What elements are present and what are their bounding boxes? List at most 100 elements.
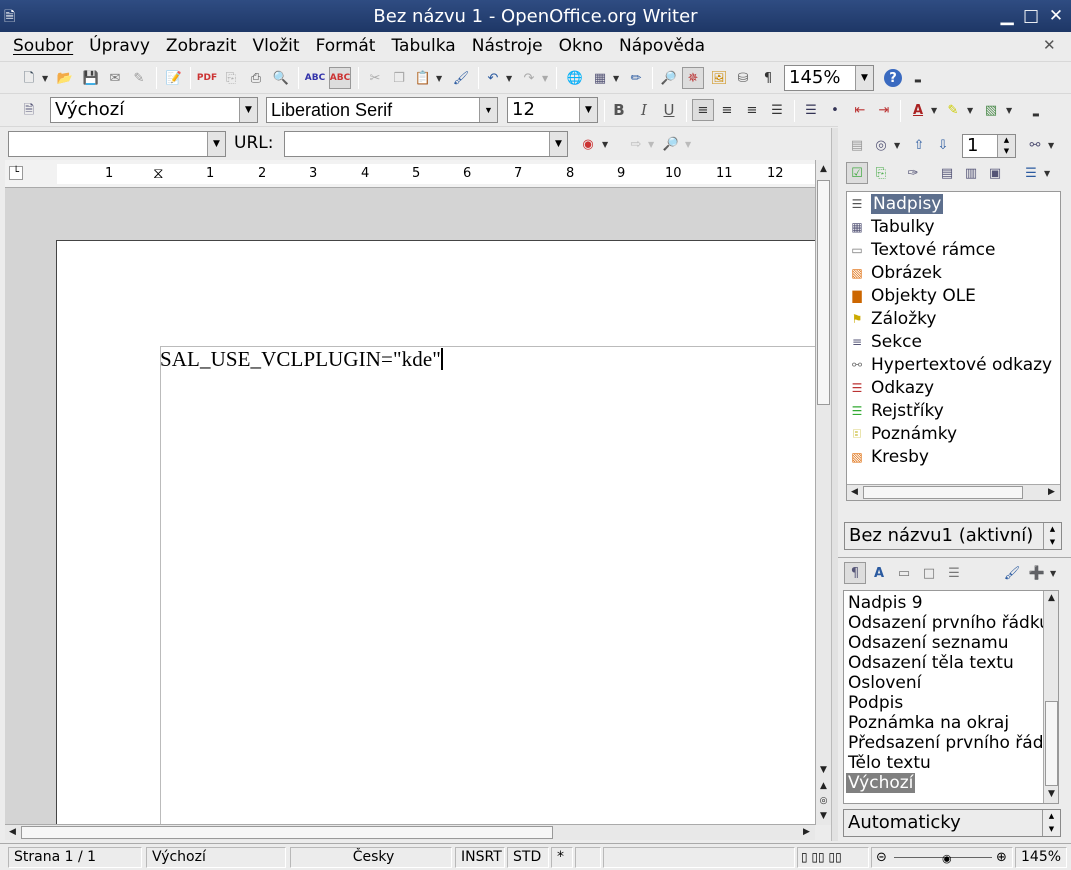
link-target-icon[interactable]: ◉ — [577, 133, 599, 155]
character-styles-icon[interactable]: A — [868, 562, 890, 584]
scroll-up-icon[interactable]: ▲ — [816, 162, 831, 177]
spellcheck-icon[interactable]: ABC — [304, 67, 326, 89]
apply-link-dropdown-icon[interactable]: ▼ — [648, 140, 656, 149]
paste-icon[interactable]: 📋 — [412, 67, 434, 89]
style-item[interactable]: Podpis — [848, 693, 903, 713]
document-page[interactable]: SAL_USE_VCLPLUGIN="kde" — [56, 240, 815, 825]
maximize-icon[interactable]: □ — [1021, 6, 1041, 26]
list-box-icon[interactable]: ☑ — [846, 162, 868, 184]
status-page[interactable]: Strana 1 / 1 — [8, 847, 142, 868]
nav-item-drawings[interactable]: ▧ Kresby — [851, 445, 929, 468]
scroll-right-icon[interactable]: ▶ — [799, 825, 814, 840]
gallery-icon[interactable]: 🖼 — [708, 67, 730, 89]
page-styles-icon[interactable]: □ — [918, 562, 940, 584]
undo-dropdown-icon[interactable]: ▼ — [506, 74, 514, 83]
navigator-scroll-thumb[interactable] — [863, 486, 1023, 499]
style-item[interactable]: Tělo textu — [848, 753, 931, 773]
hyperlink-icon[interactable]: 🌐 — [564, 67, 586, 89]
list-styles-icon[interactable]: ☰ — [943, 562, 965, 584]
nav-item-references[interactable]: ☰ Odkazy — [852, 376, 935, 399]
data-sources-icon[interactable]: ⛁ — [732, 67, 754, 89]
underline-icon[interactable]: U — [658, 99, 680, 121]
font-name-select[interactable]: Liberation Serif ▼ — [266, 97, 498, 123]
heading-levels-dropdown-icon[interactable]: ▼ — [1044, 169, 1052, 178]
zoom-in-icon[interactable]: ⊕ — [996, 848, 1007, 867]
find-replace-icon[interactable]: 🔎 — [658, 67, 680, 89]
nav-item-indexes[interactable]: ☰ Rejstříky — [852, 399, 944, 422]
nav-item-images[interactable]: ▧ Obrázek — [851, 261, 941, 284]
menu-upravy[interactable]: Úpravy — [81, 32, 158, 60]
document-text[interactable]: SAL_USE_VCLPLUGIN="kde" — [160, 347, 443, 372]
style-item-selected[interactable]: Výchozí — [846, 773, 916, 793]
bullets-icon[interactable]: • — [824, 99, 846, 121]
font-size-select[interactable]: 12 ▼ — [507, 97, 598, 123]
zoom-select[interactable]: 145% ▼ — [784, 65, 874, 91]
align-left-icon[interactable]: ≡ — [692, 99, 714, 121]
nav-item-ole-objects[interactable]: ▇ Objekty OLE — [852, 284, 976, 307]
spinner-icon[interactable]: ▲ ▼ — [997, 135, 1015, 157]
anchor-icon[interactable]: ▣ — [984, 162, 1006, 184]
apply-link-icon[interactable]: ⇨ — [625, 133, 647, 155]
chevron-down-icon[interactable]: ▼ — [479, 98, 497, 122]
two-page-view-icon[interactable]: ▯▯ — [811, 850, 824, 864]
copy-icon[interactable]: ❐ — [388, 67, 410, 89]
redo-dropdown-icon[interactable]: ▼ — [542, 74, 550, 83]
status-zoom[interactable]: 145% — [1015, 847, 1067, 868]
scroll-down-icon[interactable]: ▼ — [1044, 787, 1058, 802]
styles-scroll-thumb[interactable] — [1045, 701, 1058, 786]
book-view-icon[interactable]: ▯▯ — [828, 850, 841, 864]
email-icon[interactable]: ✉ — [104, 67, 126, 89]
justify-icon[interactable]: ☰ — [766, 99, 788, 121]
font-color-icon[interactable]: A — [907, 99, 929, 121]
autospellcheck-icon[interactable]: ABC — [329, 67, 351, 89]
toolbar-options-icon[interactable]: ▬ — [1032, 110, 1040, 119]
new-dropdown-icon[interactable]: ▼ — [42, 74, 50, 83]
menu-zobrazit[interactable]: Zobrazit — [158, 32, 245, 60]
navigation-toolbar-icon[interactable]: ◎ — [870, 134, 892, 156]
horizontal-scrollbar[interactable]: ◀ ▶ — [5, 824, 815, 840]
document-edit-icon[interactable]: 📝 — [163, 67, 185, 89]
chevron-down-icon[interactable]: ▼ — [579, 98, 597, 122]
zoom-slider-handle[interactable]: ◉ — [942, 849, 952, 867]
styles-vscrollbar[interactable]: ▲ ▼ — [1043, 591, 1058, 803]
style-item[interactable]: Předsazení prvního řádku — [848, 733, 1058, 753]
styles-formatting-icon[interactable]: 🗎 — [18, 99, 40, 121]
new-document-icon[interactable]: 🗋 — [18, 67, 40, 89]
menu-okno[interactable]: Okno — [551, 32, 611, 60]
style-filter-select[interactable]: Automaticky ▲ ▼ — [843, 809, 1061, 837]
document-select[interactable]: Bez názvu1 (aktivní) ▲ ▼ — [844, 522, 1062, 550]
align-center-icon[interactable]: ≡ — [716, 99, 738, 121]
status-language[interactable]: Česky — [290, 847, 452, 868]
horizontal-scroll-thumb[interactable] — [21, 826, 553, 839]
close-icon[interactable]: ✕ — [1046, 6, 1066, 26]
new-style-icon[interactable]: ➕ — [1026, 562, 1048, 584]
show-draw-functions-icon[interactable]: ✏ — [625, 67, 647, 89]
chevron-down-icon[interactable]: ▼ — [239, 98, 257, 122]
scroll-left-icon[interactable]: ◀ — [847, 485, 862, 500]
help-icon[interactable]: ? — [884, 69, 902, 87]
paste-dropdown-icon[interactable]: ▼ — [436, 74, 444, 83]
chevron-down-icon[interactable]: ▼ — [855, 66, 873, 90]
font-color-dropdown-icon[interactable]: ▼ — [931, 106, 939, 115]
menu-nastroje[interactable]: Nástroje — [464, 32, 551, 60]
scroll-right-icon[interactable]: ▶ — [1044, 485, 1059, 500]
horizontal-ruler[interactable]: └ ⧖ 1 1 2 3 4 5 6 7 8 9 10 11 12 — [5, 160, 817, 188]
previous-page-icon[interactable]: ▲ — [816, 779, 831, 794]
footer-icon[interactable]: ▥ — [960, 162, 982, 184]
panel-splitter[interactable] — [831, 128, 838, 841]
background-color-icon[interactable]: ▧ — [980, 99, 1002, 121]
spinner-icon[interactable]: ▲ ▼ — [1043, 523, 1061, 549]
url-field[interactable]: ▼ — [284, 131, 568, 157]
drag-mode-dropdown-icon[interactable]: ▼ — [1048, 141, 1056, 150]
align-right-icon[interactable]: ≡ — [741, 99, 763, 121]
header-icon[interactable]: ▤ — [936, 162, 958, 184]
nav-item-sections[interactable]: ≡ Sekce — [852, 330, 922, 353]
nav-item-tables[interactable]: ▦ Tabulky — [851, 215, 934, 238]
status-insert-mode[interactable]: INSRT — [455, 847, 505, 868]
status-selection-mode[interactable]: STD — [507, 847, 549, 868]
style-item[interactable]: Odsazení seznamu — [848, 633, 1009, 653]
vertical-scroll-thumb[interactable] — [817, 180, 830, 405]
navigator-list[interactable]: ☰ Nadpisy ▦ Tabulky ▭ Textové rámce ▧ Ob… — [846, 191, 1061, 501]
chevron-down-icon[interactable]: ▼ — [207, 132, 225, 156]
style-item[interactable]: Odsazení prvního řádku — [848, 613, 1050, 633]
